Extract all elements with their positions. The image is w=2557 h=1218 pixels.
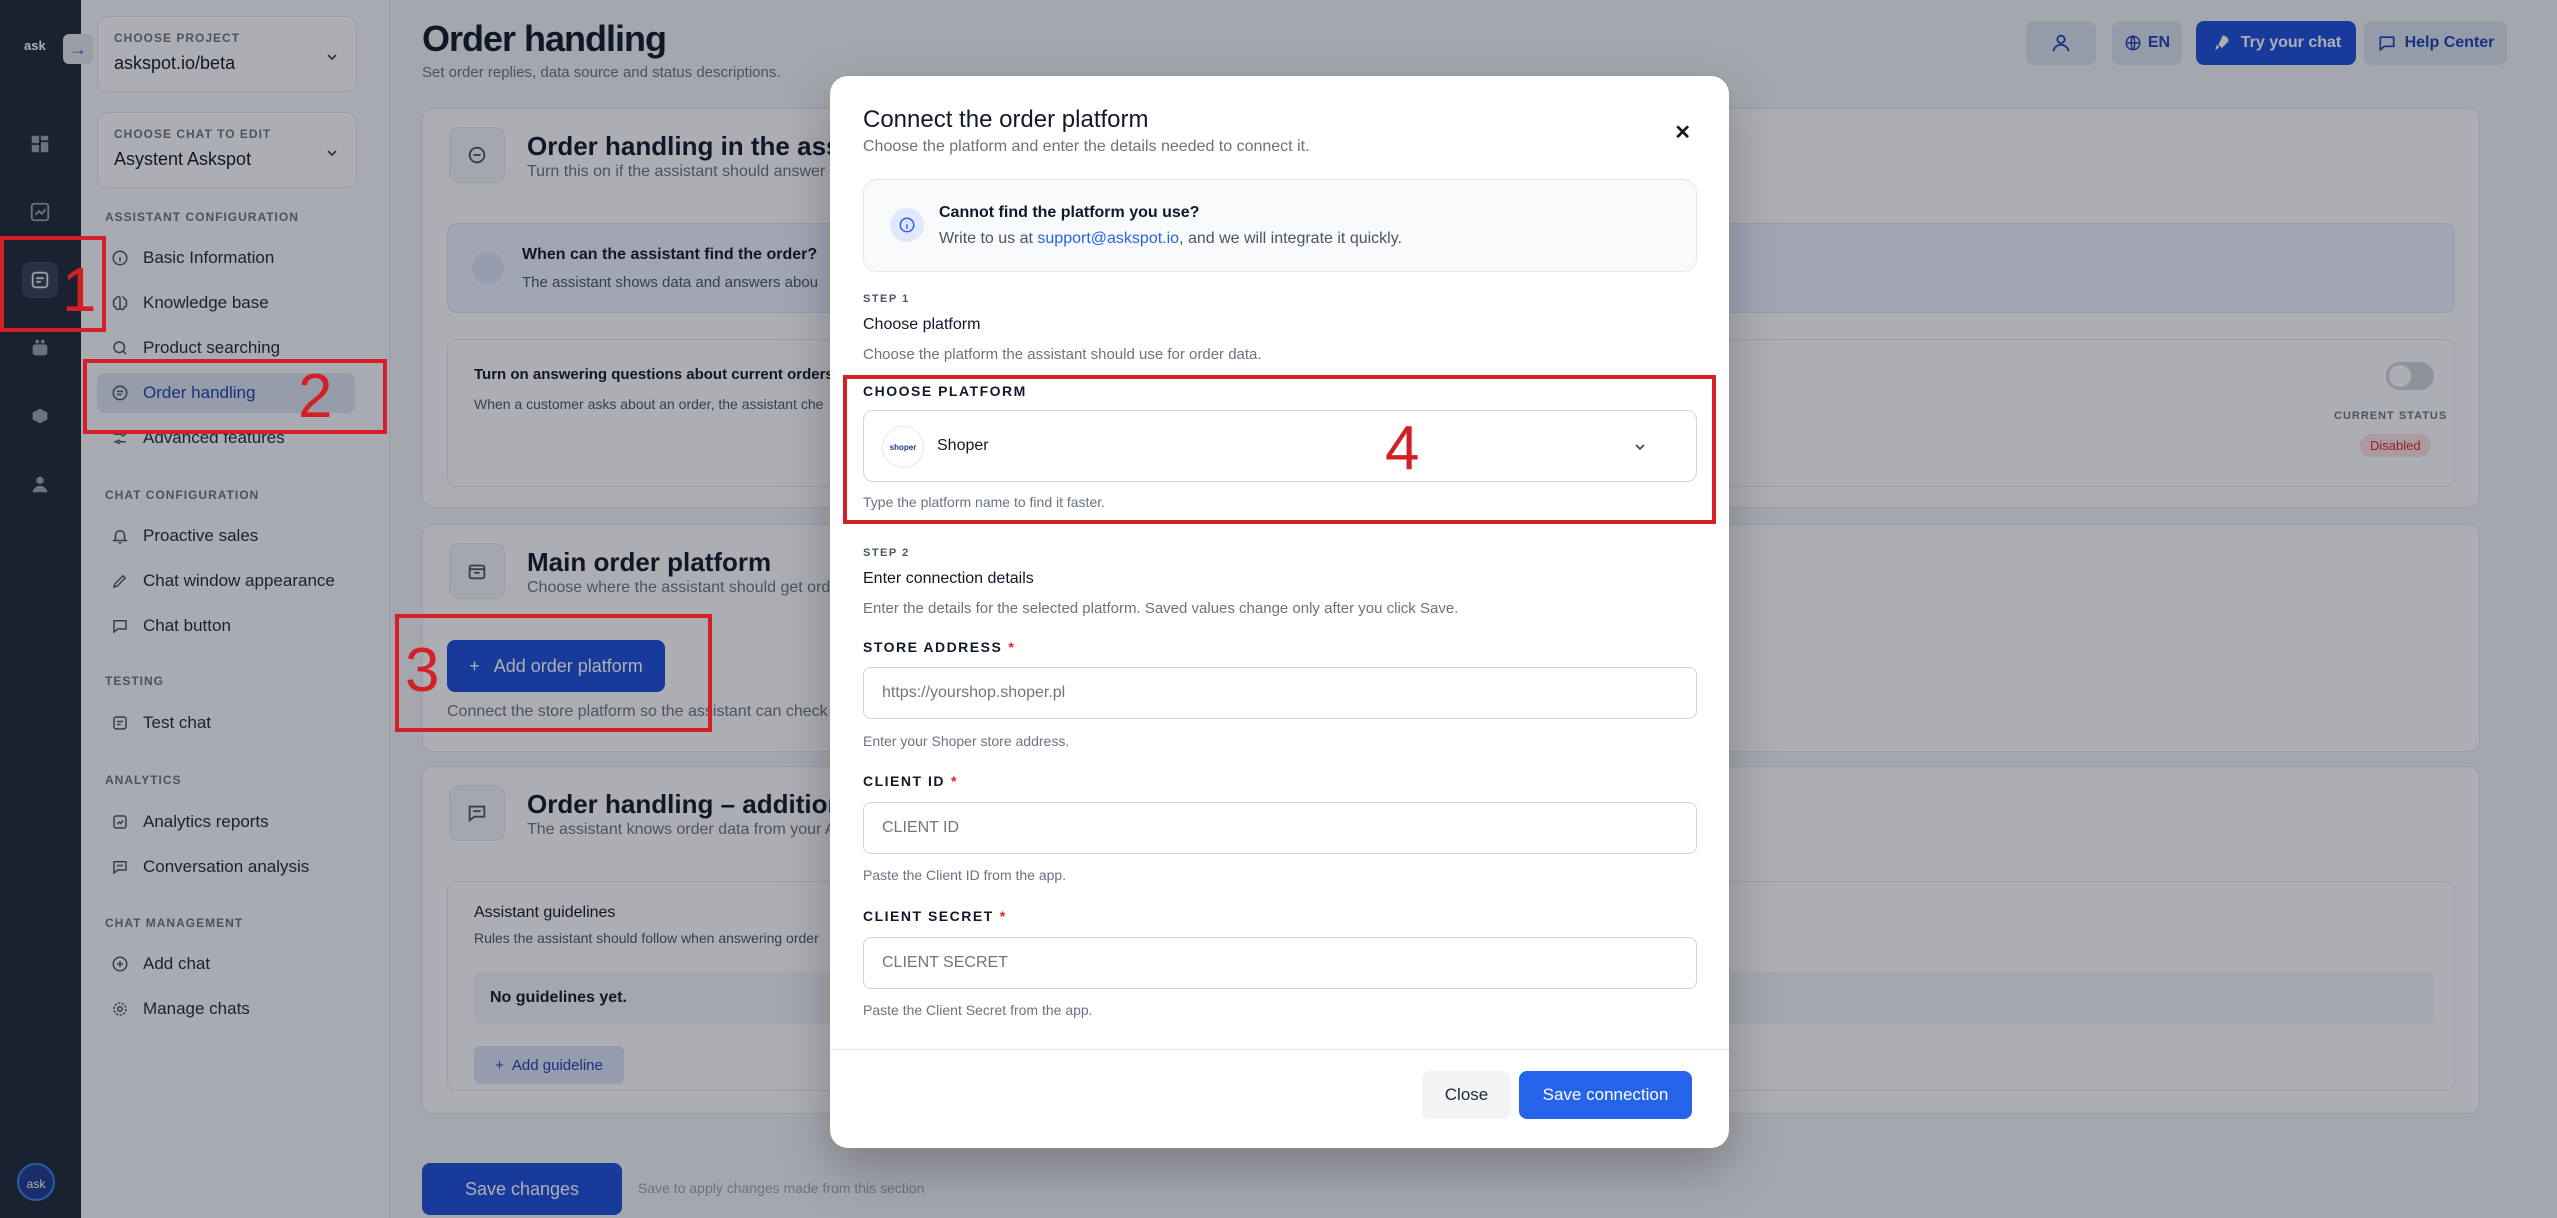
- step2-label: STEP 2: [863, 547, 910, 559]
- annotation-number-2: 2: [298, 362, 333, 431]
- annotation-box-3: [395, 614, 712, 732]
- store-address-label-text: STORE ADDRESS: [863, 639, 1003, 655]
- store-address-label: STORE ADDRESS *: [863, 639, 1015, 655]
- store-address-hint: Enter your Shoper store address.: [863, 733, 1070, 749]
- info-text-after: , and we will integrate it quickly.: [1179, 230, 1402, 247]
- required-mark: *: [950, 773, 958, 789]
- client-id-hint: Paste the Client ID from the app.: [863, 867, 1067, 883]
- annotation-number-3: 3: [405, 636, 440, 705]
- annotation-number-1: 1: [62, 256, 97, 325]
- client-secret-label-text: CLIENT SECRET: [863, 908, 994, 924]
- required-mark: *: [999, 908, 1007, 924]
- info-icon: [890, 208, 924, 242]
- annotation-number-4: 4: [1385, 414, 1420, 483]
- client-id-label: CLIENT ID *: [863, 773, 958, 789]
- step2-desc: Enter the details for the selected platf…: [863, 600, 1459, 617]
- client-secret-input[interactable]: [863, 937, 1697, 989]
- step1-label: STEP 1: [863, 293, 910, 305]
- annotation-box-4: [843, 375, 1716, 524]
- missing-platform-info: Cannot find the platform you use? Write …: [863, 179, 1697, 272]
- modal-footer-divider: [830, 1049, 1729, 1050]
- modal-subtitle: Choose the platform and enter the detail…: [863, 138, 1310, 155]
- info-text: Write to us at support@askspot.io, and w…: [939, 230, 1402, 248]
- store-address-input[interactable]: [863, 667, 1697, 719]
- client-secret-hint: Paste the Client Secret from the app.: [863, 1002, 1093, 1018]
- step2-title: Enter connection details: [863, 570, 1034, 587]
- client-id-label-text: CLIENT ID: [863, 773, 945, 789]
- info-text-before: Write to us at: [939, 230, 1038, 247]
- step1-desc: Choose the platform the assistant should…: [863, 346, 1262, 363]
- client-secret-label: CLIENT SECRET *: [863, 908, 1007, 924]
- annotation-box-2: [83, 359, 387, 434]
- modal-title: Connect the order platform: [863, 106, 1149, 133]
- support-email-link[interactable]: support@askspot.io: [1037, 230, 1179, 247]
- required-mark: *: [1008, 639, 1016, 655]
- connect-platform-modal: Connect the order platform Choose the pl…: [830, 76, 1729, 1148]
- save-connection-button[interactable]: Save connection: [1519, 1071, 1692, 1119]
- client-id-input[interactable]: [863, 802, 1697, 854]
- info-title: Cannot find the platform you use?: [939, 204, 1200, 221]
- close-icon[interactable]: ✕: [1674, 120, 1691, 145]
- close-button[interactable]: Close: [1422, 1071, 1511, 1119]
- step1-title: Choose platform: [863, 316, 981, 333]
